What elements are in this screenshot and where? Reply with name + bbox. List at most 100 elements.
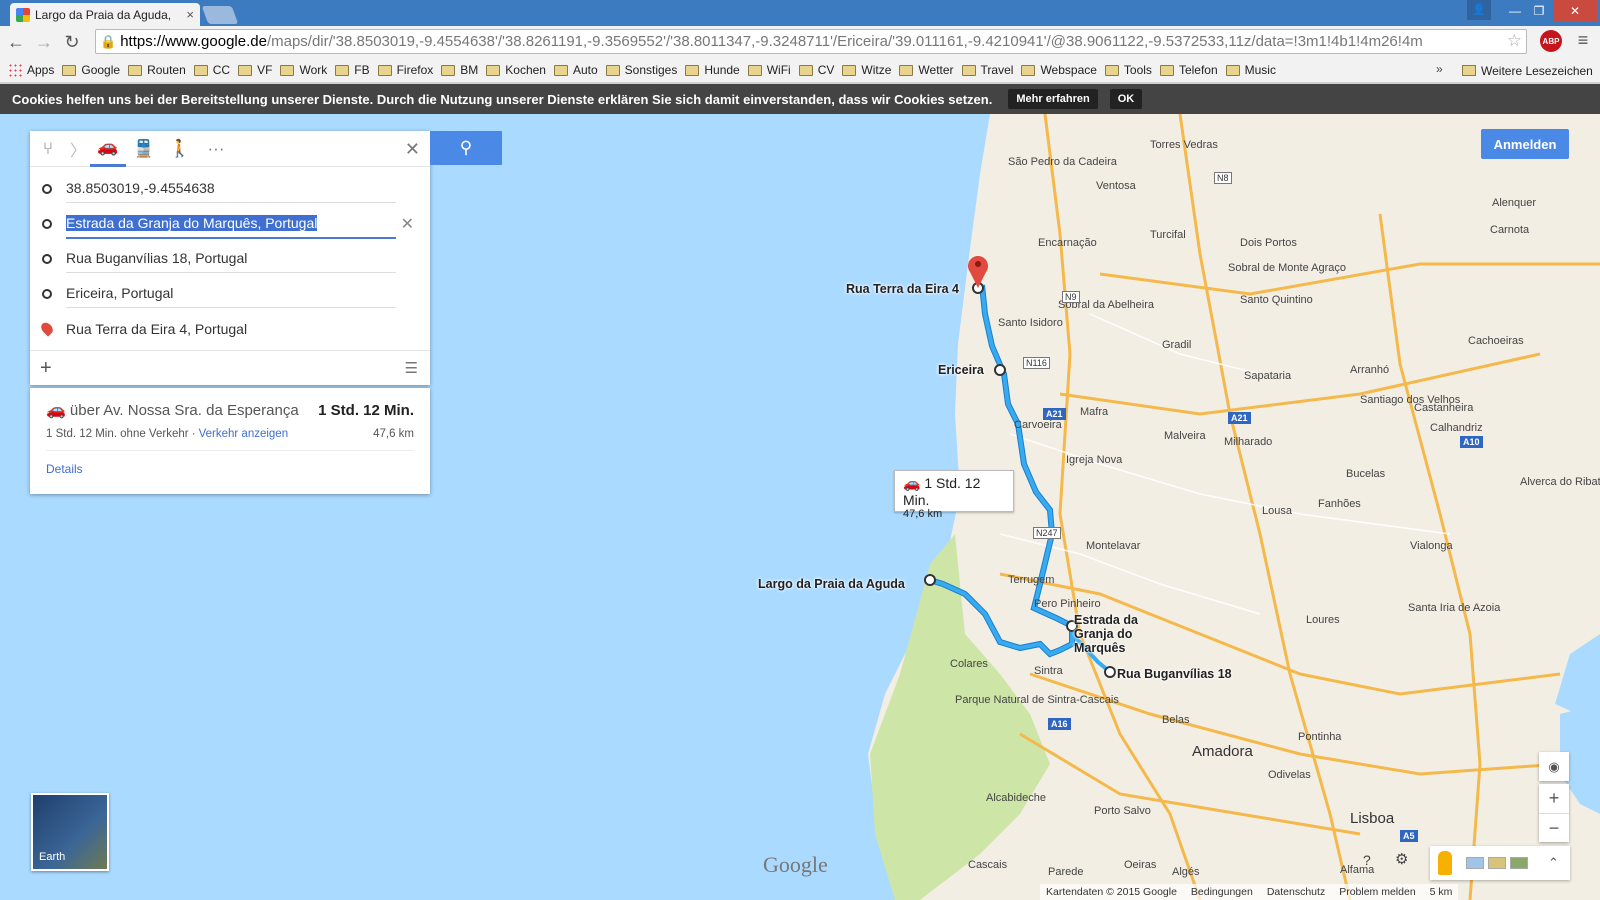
terms-link[interactable]: Bedingungen [1191,886,1253,898]
bookmark-item[interactable]: Work [280,63,327,77]
place-label[interactable]: Amadora [1192,743,1253,760]
bookmark-item[interactable]: Apps [8,63,54,77]
bookmark-item[interactable]: FB [335,63,370,77]
add-destination-icon[interactable]: + [40,357,52,380]
place-label[interactable]: Pero Pinheiro [1034,598,1101,610]
layers-control[interactable]: ⌃ [1430,846,1570,880]
place-label[interactable]: Alverca do Ribatejo [1520,476,1600,488]
zoom-out-icon[interactable]: − [1539,813,1569,842]
place-label[interactable]: Algés [1172,866,1200,878]
privacy-link[interactable]: Datenschutz [1267,886,1325,898]
settings-gear-icon[interactable]: ⚙ [1395,850,1408,868]
place-label[interactable]: Lousa [1262,505,1292,517]
forward-icon[interactable]: → [32,30,56,54]
bookmark-item[interactable]: Hunde [685,63,740,77]
layer-thumb-icon[interactable] [1510,857,1528,869]
back-icon[interactable]: ← [4,30,28,54]
minimize-icon[interactable]: — [1505,0,1525,22]
driving-mode-icon[interactable]: 🚗 [90,131,127,167]
place-label[interactable]: Calhandriz [1430,422,1483,434]
place-label[interactable]: Santiago dos Velhos [1360,394,1460,406]
browser-menu-icon[interactable]: ≡ [1572,30,1594,52]
layer-thumb-icon[interactable] [1488,857,1506,869]
place-label[interactable]: Bucelas [1346,468,1385,480]
place-label[interactable]: Porto Salvo [1094,805,1151,817]
place-label[interactable]: Sobral de Monte Agraço [1228,262,1346,274]
bookmarks-overflow-icon[interactable]: » [1436,62,1443,76]
place-label[interactable]: Lisboa [1350,810,1394,827]
waypoint-item[interactable]: Ericeira, Portugal [30,276,430,311]
user-profile-icon[interactable]: 👤 [1467,0,1491,20]
place-label[interactable]: Alcabideche [986,792,1046,804]
label-terra-eira[interactable]: Rua Terra da Eira 4 [846,282,959,296]
route-options-icon[interactable]: ☰ [405,359,418,377]
address-bar[interactable]: 🔒 https://www.google.de /maps/dir/'38.85… [95,29,1527,54]
close-directions-icon[interactable]: ✕ [405,139,420,160]
place-label[interactable]: Fanhões [1318,498,1361,510]
bookmark-item[interactable]: Wetter [899,63,954,77]
sign-in-button[interactable]: Anmelden [1481,129,1569,159]
zoom-in-icon[interactable]: + [1539,784,1569,813]
bookmark-star-icon[interactable]: ☆ [1507,31,1522,51]
cookie-ok-button[interactable]: OK [1109,89,1143,109]
place-label[interactable]: Pontinha [1298,731,1341,743]
best-route-icon[interactable]: ⑂ [30,131,66,167]
layer-thumb-icon[interactable] [1466,857,1484,869]
my-location-icon[interactable]: ◉ [1539,752,1569,781]
place-label[interactable]: Santo Isidoro [998,317,1063,329]
label-aguda[interactable]: Largo da Praia da Aguda [758,577,905,591]
browser-tab[interactable]: Largo da Praia da Aguda, × [10,3,200,26]
waypoint-item[interactable]: Rua Buganvílias 18, Portugal [30,241,430,276]
expand-icon[interactable]: ⌃ [1548,855,1559,871]
place-label[interactable]: Milharado [1224,436,1272,448]
report-problem-link[interactable]: Problem melden [1339,886,1415,898]
place-label[interactable]: Carnota [1490,224,1529,236]
place-label[interactable]: Ventosa [1096,180,1136,192]
place-label[interactable]: Parque Natural de Sintra-Cascais [955,694,1119,706]
label-ericeira[interactable]: Ericeira [938,363,984,377]
place-label[interactable]: Cachoeiras [1468,335,1524,347]
place-label[interactable]: Mafra [1080,406,1108,418]
waypoint-input[interactable]: Rua Terra da Eira 4, Portugal [66,315,396,343]
place-label[interactable]: Cascais [968,859,1007,871]
place-label[interactable]: São Pedro da Cadeira [1008,156,1117,168]
waypoint-item[interactable]: 38.8503019,-9.4554638 [30,171,430,206]
help-icon[interactable]: ? [1363,852,1371,868]
other-bookmarks[interactable]: Weitere Lesezeichen [1462,58,1593,82]
show-traffic-link[interactable]: Verkehr anzeigen [199,428,289,440]
bookmark-item[interactable]: Sonstiges [605,63,677,77]
place-label[interactable]: Dois Portos [1240,237,1297,249]
bookmark-item[interactable]: BM [441,63,478,77]
place-label[interactable]: Belas [1162,714,1190,726]
close-window-icon[interactable]: ✕ [1553,0,1597,22]
place-label[interactable]: Arranhó [1350,364,1389,376]
learn-more-button[interactable]: Mehr erfahren [1008,89,1098,109]
place-label[interactable]: Gradil [1162,339,1191,351]
place-label[interactable]: Sapataria [1244,370,1291,382]
waypoint-input-active[interactable]: Estrada da Granja do Marquês, Portugal [66,209,396,239]
earth-view-toggle[interactable]: Earth [31,793,109,871]
place-label[interactable]: Terrugem [1008,574,1054,586]
bookmark-item[interactable]: Routen [128,63,186,77]
search-button[interactable]: ⚲ [430,131,502,165]
bookmark-item[interactable]: Auto [553,63,598,77]
bookmark-item[interactable]: Firefox [377,63,433,77]
maximize-icon[interactable]: ❐ [1529,0,1549,22]
place-label[interactable]: Oeiras [1124,859,1156,871]
bookmark-item[interactable]: CV [798,63,834,77]
place-label[interactable]: Odivelas [1268,769,1311,781]
place-label[interactable]: Vialonga [1410,540,1453,552]
waypoint-input[interactable]: 38.8503019,-9.4554638 [66,174,396,203]
bookmark-item[interactable]: WiFi [747,63,791,77]
place-label[interactable]: Parede [1048,866,1083,878]
place-label[interactable]: Sintra [1034,665,1063,677]
waypoint-item[interactable]: Estrada da Granja do Marquês, Portugal ✕ [30,206,430,241]
reload-icon[interactable]: ↻ [60,30,84,54]
place-label[interactable]: Colares [950,658,988,670]
place-label[interactable]: Loures [1306,614,1340,626]
waypoint-item[interactable]: Rua Terra da Eira 4, Portugal [30,311,430,346]
clear-waypoint-icon[interactable]: ✕ [401,214,414,234]
waypoint-input[interactable]: Ericeira, Portugal [66,279,396,308]
bookmark-item[interactable]: Travel [961,63,1013,77]
place-label[interactable]: Santo Quintino [1240,294,1313,306]
